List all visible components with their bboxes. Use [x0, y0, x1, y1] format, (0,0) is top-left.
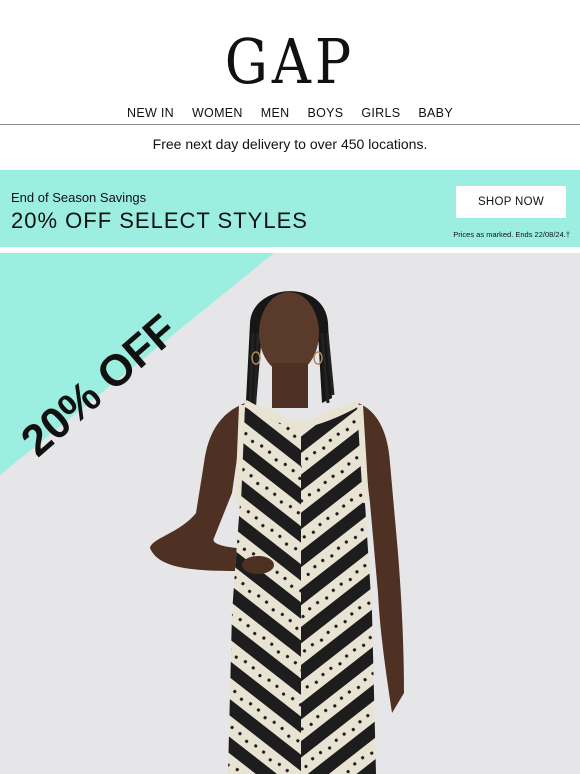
promo-subtitle: End of Season Savings [11, 190, 147, 205]
nav-item-women[interactable]: WOMEN [183, 106, 252, 120]
main-nav: NEW IN WOMEN MEN BOYS GIRLS BABY [0, 106, 580, 120]
delivery-banner[interactable]: Free next day delivery to over 450 locat… [0, 136, 580, 152]
promo-banner[interactable]: End of Season Savings 20% OFF SELECT STY… [0, 170, 580, 247]
nav-item-boys[interactable]: BOYS [298, 106, 352, 120]
promo-fine-print: Prices as marked. Ends 22/08/24.† [453, 230, 570, 239]
nav-divider [0, 124, 580, 125]
nav-item-baby[interactable]: BABY [409, 106, 462, 120]
promo-headline: 20% OFF SELECT STYLES [11, 208, 308, 233]
gap-logo[interactable]: GAP [0, 25, 580, 97]
model-illustration [0, 253, 404, 774]
nav-item-men[interactable]: MEN [252, 106, 299, 120]
hero-image[interactable]: 20% OFF [0, 253, 580, 774]
nav-item-girls[interactable]: GIRLS [352, 106, 409, 120]
nav-item-new-in[interactable]: NEW IN [118, 106, 183, 120]
shop-now-button[interactable]: SHOP NOW [456, 186, 566, 218]
